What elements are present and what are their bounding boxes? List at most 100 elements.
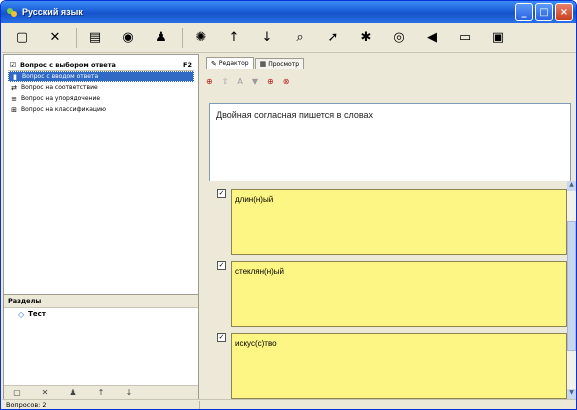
toolbar-separator <box>182 27 183 48</box>
insert-icon[interactable]: ⊕ <box>267 77 274 86</box>
edit-toolbar: ⊕ ⇧ A ▼ ⊕ ⊗ <box>206 74 298 88</box>
new-icon: ▢ <box>15 30 29 45</box>
help-icon: ◎ <box>393 30 405 45</box>
answer-checkbox[interactable]: ✓ <box>217 189 226 198</box>
application-window: Русский язык _ □ × ▢ ✕ ▤ ◉ ♟ ✺ ↑ ↓ ⌕ ➚ ✱ ◎ ◀ ▭ ▣ ☑ Воп… <box>0 0 577 410</box>
monitor-icon: ▭ <box>458 30 472 45</box>
window-title: Русский язык <box>22 7 83 17</box>
answer-row: ✓ искус(с)тво <box>209 333 567 399</box>
new-section-icon[interactable]: ▢ <box>10 388 24 397</box>
search-button[interactable]: ⌕ <box>288 27 312 49</box>
move-answer-icon[interactable]: ⇧ <box>222 77 229 86</box>
close-button[interactable]: × <box>555 3 573 21</box>
maximize-button[interactable]: □ <box>535 3 553 21</box>
properties-icon: ▤ <box>88 30 102 45</box>
answer-text-box[interactable]: стеклян(н)ый <box>231 261 567 327</box>
refresh-icon: ◉ <box>122 30 134 45</box>
section-folder-icon: ◇ <box>18 309 25 319</box>
sun-icon: ✺ <box>195 30 207 45</box>
status-divider <box>199 401 200 409</box>
print-button[interactable]: ▣ <box>486 27 510 49</box>
section-tree-item[interactable]: ◇ Тест <box>4 308 198 320</box>
section-properties-icon[interactable]: ♟ <box>66 388 80 397</box>
answers-area: ✓ длин(н)ый ✓ стеклян(н)ый ✓ искус(с)тво <box>209 181 567 399</box>
left-pane: ☑ Вопрос с выбором ответа F2 ▮ Вопрос с в… <box>3 54 199 399</box>
search-icon: ⌕ <box>296 30 304 45</box>
answer-row: ✓ стеклян(н)ый <box>209 261 567 329</box>
section-label: Тест <box>28 310 46 318</box>
answer-row: ✓ длин(н)ый <box>209 189 567 257</box>
font-icon[interactable]: A <box>237 77 242 86</box>
editor-tabs: ✎ Редактор ▦ Просмотр <box>206 57 305 69</box>
title-bar[interactable]: Русский язык _ □ × <box>1 1 576 23</box>
move-down-icon: ↓ <box>261 30 273 45</box>
section-down-icon[interactable]: ↓ <box>122 388 136 397</box>
question-type-item[interactable]: ⊞ Вопрос на классификацию <box>8 104 194 115</box>
question-type-item[interactable]: ⇄ Вопрос на соответствие <box>8 82 194 93</box>
question-type-icon: ⇄ <box>11 83 17 92</box>
move-up-button[interactable]: ↑ <box>222 27 246 49</box>
pin-icon: ✱ <box>360 30 372 45</box>
sections-header: Разделы <box>4 295 198 308</box>
tab-label: Просмотр <box>268 60 300 68</box>
question-type-header-label: Вопрос с выбором ответа <box>20 61 116 69</box>
monitor-button[interactable]: ▭ <box>453 27 477 49</box>
move-up-icon: ↑ <box>228 30 240 45</box>
answer-checkbox[interactable]: ✓ <box>217 261 226 270</box>
format-icon[interactable]: ▼ <box>252 77 258 86</box>
choice-question-icon: ☑ <box>9 61 17 69</box>
remove-answer-icon[interactable]: ⊗ <box>283 77 290 86</box>
sound-icon: ◀ <box>427 30 437 45</box>
users-icon: ♟ <box>155 30 167 45</box>
delete-icon: ✕ <box>49 30 61 45</box>
answer-checkbox[interactable]: ✓ <box>217 333 226 342</box>
print-icon: ▣ <box>491 30 505 45</box>
editor-icon: ✎ <box>211 59 217 68</box>
section-up-icon[interactable]: ↑ <box>94 388 108 397</box>
help-button[interactable]: ◎ <box>387 27 411 49</box>
sound-button[interactable]: ◀ <box>420 27 444 49</box>
add-answer-icon[interactable]: ⊕ <box>206 77 213 86</box>
question-type-item[interactable]: ≡ Вопрос на упорядочение <box>8 93 194 104</box>
properties-button[interactable]: ▤ <box>83 27 107 49</box>
question-text-box[interactable]: Двойная согласная пишется в словах <box>209 103 571 186</box>
answer-text-box[interactable]: искус(с)тво <box>231 333 567 399</box>
users-button[interactable]: ♟ <box>149 27 173 49</box>
question-type-menu: ☑ Вопрос с выбором ответа F2 ▮ Вопрос с в… <box>8 60 194 115</box>
pin-button[interactable]: ✱ <box>354 27 378 49</box>
tab-1[interactable]: ▦ Просмотр <box>254 58 305 69</box>
app-icon <box>5 6 18 19</box>
preview-icon: ▦ <box>259 60 267 68</box>
new-button[interactable]: ▢ <box>10 27 34 49</box>
main-toolbar: ▢ ✕ ▤ ◉ ♟ ✺ ↑ ↓ ⌕ ➚ ✱ ◎ ◀ ▭ ▣ <box>2 23 576 53</box>
scroll-thumb[interactable] <box>567 221 576 351</box>
refresh-button[interactable]: ◉ <box>116 27 140 49</box>
answer-text-box[interactable]: длин(н)ый <box>231 189 567 255</box>
scroll-down-icon[interactable]: ▼ <box>567 389 576 399</box>
question-type-icon: ≡ <box>11 94 17 103</box>
question-type-label: Вопрос на соответствие <box>21 84 98 91</box>
sun-button[interactable]: ✺ <box>189 27 213 49</box>
right-pane: ✎ Редактор ▦ Просмотр ⊕ ⇧ A ▼ ⊕ ⊗ Двойная соглас… <box>202 54 576 399</box>
sections-panel: Разделы ◇ Тест <box>4 294 198 386</box>
question-type-label: Вопрос на упорядочение <box>21 95 101 102</box>
question-type-label: Вопрос с вводом ответа <box>22 73 99 80</box>
sections-toolbar: ▢ ✕ ♟ ↑ ↓ <box>4 385 198 399</box>
tab-0[interactable]: ✎ Редактор <box>206 57 254 69</box>
status-text: Вопросов: 2 <box>6 401 47 409</box>
tab-label: Редактор <box>218 60 249 67</box>
delete-section-icon[interactable]: ✕ <box>38 388 52 397</box>
export-button[interactable]: ➚ <box>321 27 345 49</box>
question-type-item[interactable]: ▮ Вопрос с вводом ответа <box>8 71 194 82</box>
toolbar-separator <box>76 27 77 48</box>
status-bar: Вопросов: 2 <box>2 399 576 409</box>
delete-button[interactable]: ✕ <box>43 27 67 49</box>
question-type-label: Вопрос на классификацию <box>21 106 106 113</box>
minimize-button[interactable]: _ <box>515 3 533 21</box>
answers-scrollbar[interactable]: ▲ ▼ <box>567 181 576 399</box>
scroll-up-icon[interactable]: ▲ <box>567 181 576 191</box>
question-type-header[interactable]: ☑ Вопрос с выбором ответа F2 <box>8 60 194 71</box>
question-type-icon: ⊞ <box>11 105 17 114</box>
move-down-button[interactable]: ↓ <box>255 27 279 49</box>
question-type-icon: ▮ <box>13 72 17 81</box>
